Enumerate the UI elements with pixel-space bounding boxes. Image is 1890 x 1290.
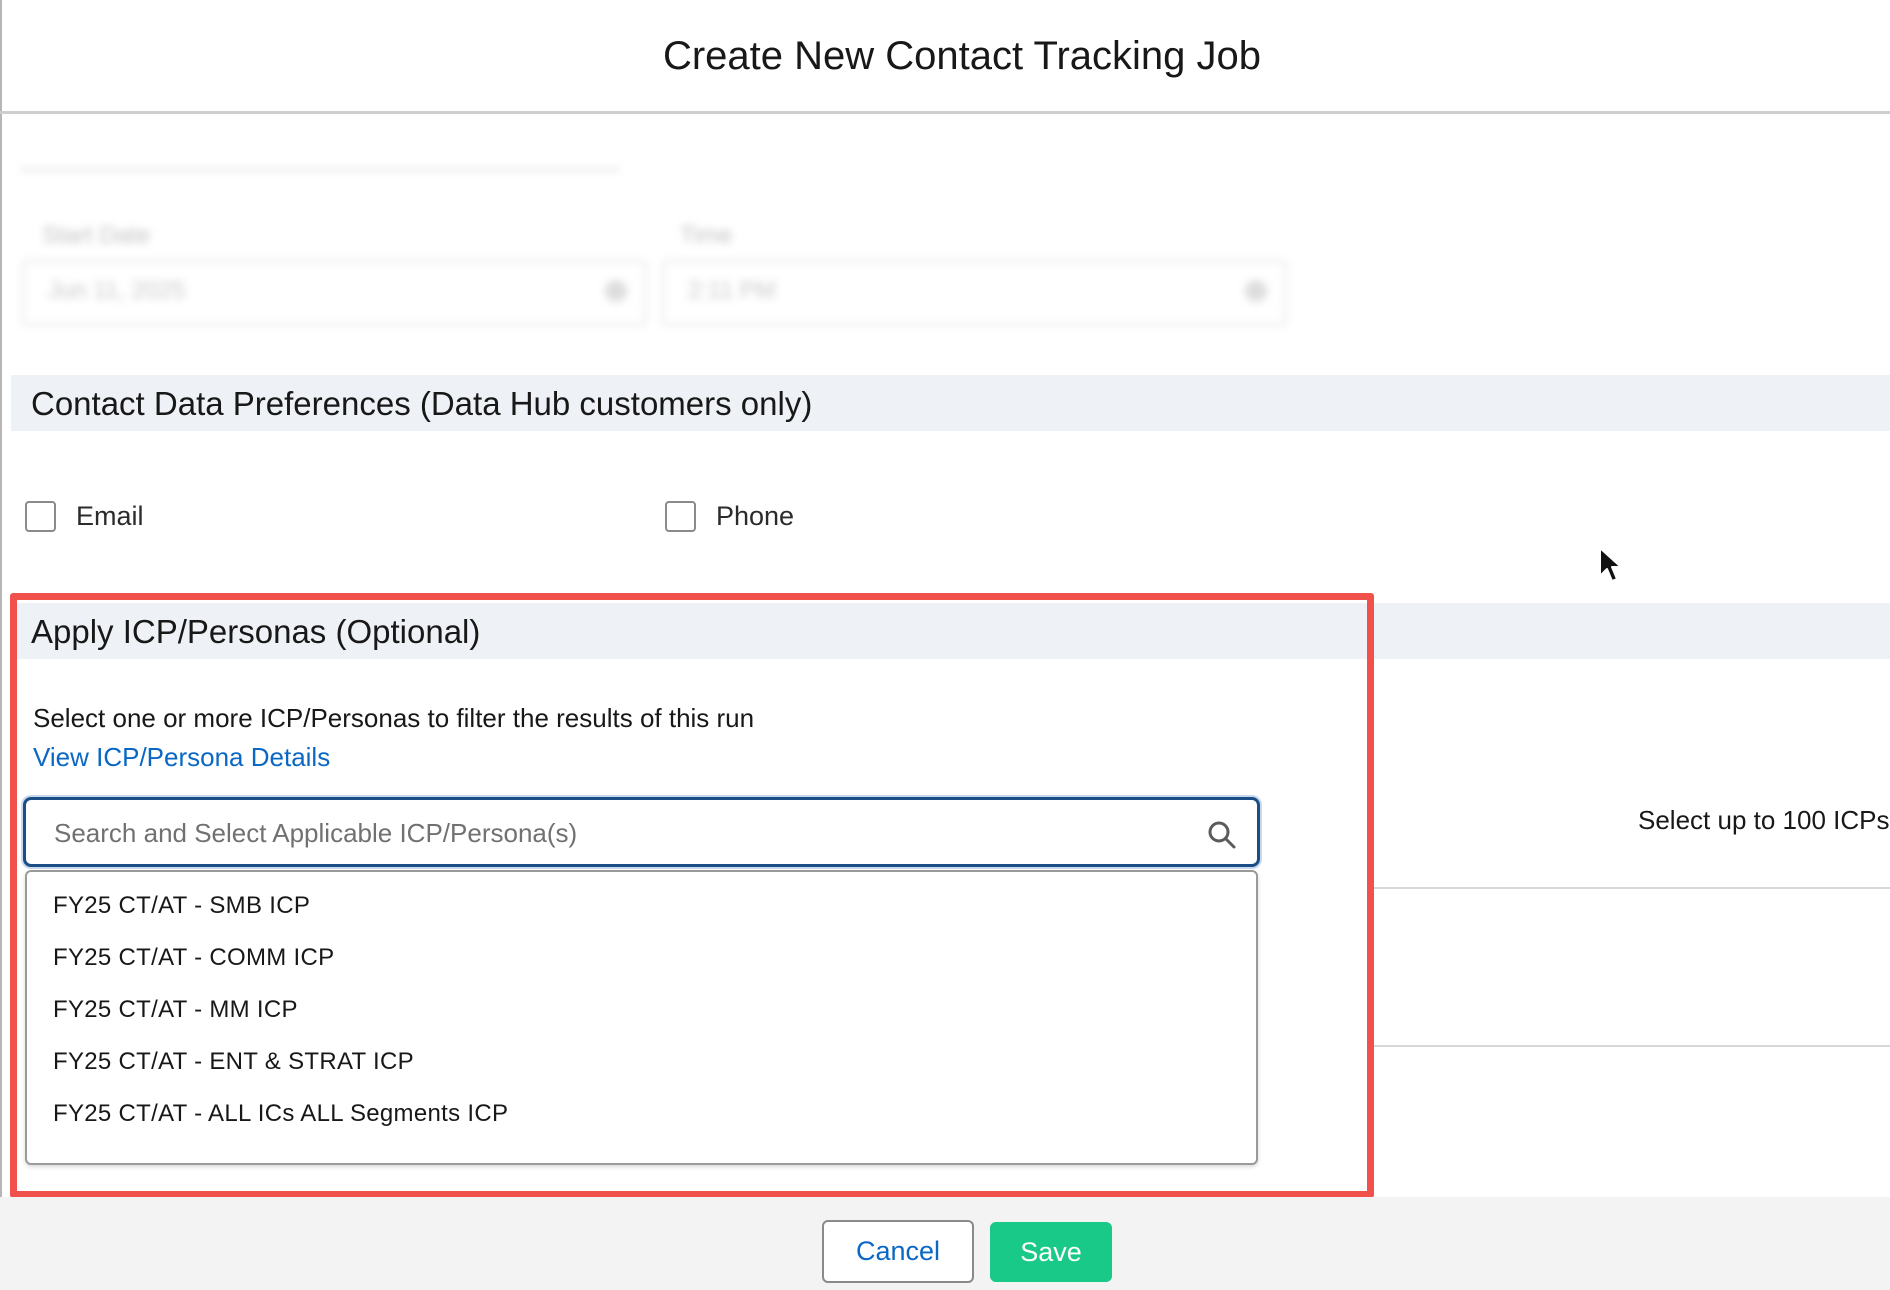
highlight-box (10, 593, 1374, 1198)
contact-prefs-title: Contact Data Preferences (Data Hub custo… (31, 385, 813, 422)
table-row-divider (1374, 1045, 1890, 1047)
time-value: 2:11 PM (688, 277, 776, 304)
phone-checkbox-row[interactable]: Phone (665, 501, 794, 532)
start-date-label: Start Date (42, 222, 151, 249)
cancel-button[interactable]: Cancel (822, 1220, 974, 1283)
icp-limit-note: Select up to 100 ICPs (1638, 805, 1890, 835)
blurred-divider (20, 168, 620, 171)
save-button[interactable]: Save (990, 1222, 1112, 1282)
blurred-schedule-section: Start Date Time Jun 11, 2025 2:11 PM (20, 150, 1287, 330)
start-date-input[interactable]: Jun 11, 2025 (22, 260, 647, 326)
clock-icon (1245, 280, 1267, 302)
email-checkbox[interactable] (25, 501, 56, 532)
email-checkbox-row[interactable]: Email (25, 501, 144, 532)
phone-label: Phone (716, 501, 795, 531)
start-date-value: Jun 11, 2025 (48, 277, 186, 304)
modal-title: Create New Contact Tracking Job (662, 34, 1262, 78)
header-divider (0, 111, 1890, 114)
time-label: Time (680, 222, 733, 249)
email-label: Email (76, 501, 144, 531)
table-row-divider (1374, 887, 1890, 889)
phone-checkbox[interactable] (665, 501, 696, 532)
time-input[interactable]: 2:11 PM (662, 260, 1287, 326)
calendar-icon (605, 280, 627, 302)
mouse-cursor-icon (1599, 547, 1622, 582)
modal-left-edge (0, 0, 2, 1290)
